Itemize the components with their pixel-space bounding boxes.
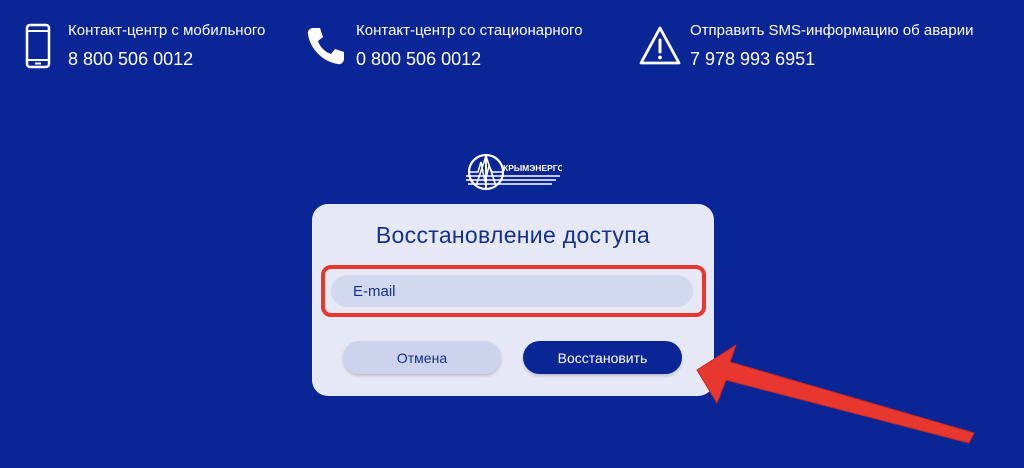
- mobile-phone-icon: [16, 20, 60, 72]
- warning-triangle-icon: [638, 20, 682, 72]
- contact-mobile: Контакт-центр с мобильного 8 800 506 001…: [16, 20, 265, 73]
- contact-mobile-label: Контакт-центр с мобильного: [68, 22, 266, 39]
- contact-landline-label: Контакт-центр со стационарного: [356, 22, 583, 39]
- contact-landline: Контакт-центр со стационарного 0 800 506…: [304, 20, 583, 73]
- contact-sms-label: Отправить SMS-информацию об аварии: [690, 22, 974, 39]
- contact-sms-number[interactable]: 7 978 993 6951: [690, 45, 973, 73]
- card-title: Восстановление доступа: [375, 222, 651, 248]
- email-input[interactable]: [331, 275, 693, 307]
- red-arrow-pointer: [696, 345, 975, 444]
- logo-text: КРЫМЭНЕРГО: [503, 163, 562, 173]
- phone-handset-icon: [304, 20, 348, 72]
- restore-button[interactable]: Восстановить: [523, 341, 682, 374]
- krymenergo-logo-graphic: КРЫМЭНЕРГО: [466, 153, 564, 191]
- cancel-button[interactable]: Отмена: [343, 341, 501, 374]
- contact-sms-alert: Отправить SMS-информацию об аварии 7 978…: [638, 20, 973, 73]
- contact-mobile-number[interactable]: 8 800 506 0012: [68, 45, 265, 73]
- krymenergo-logo: КРЫМЭНЕРГО: [462, 150, 564, 194]
- restore-access-card: Восстановление доступа Отмена Восстанови…: [312, 204, 714, 396]
- contact-landline-number[interactable]: 0 800 506 0012: [356, 45, 583, 73]
